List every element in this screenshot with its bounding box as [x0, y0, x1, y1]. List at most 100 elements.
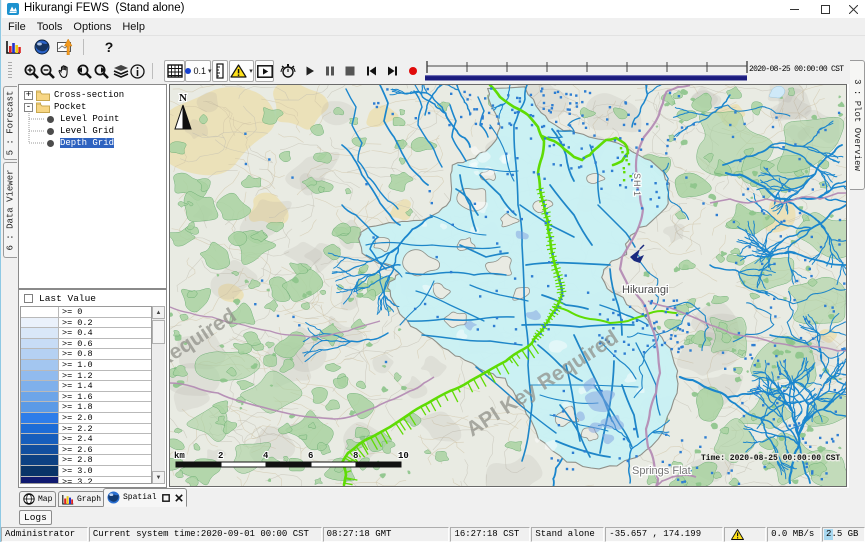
zoom-previous-button[interactable] [74, 60, 92, 82]
menu-tools[interactable]: Tools [31, 18, 68, 36]
grid-button[interactable] [164, 60, 185, 82]
interval-icon [184, 67, 192, 75]
status-cell-8: 2.5 GB [822, 527, 865, 542]
legend-row[interactable]: >= 0.6 [21, 339, 164, 350]
map-display-button[interactable] [33, 37, 51, 57]
skip-back-button[interactable] [364, 60, 378, 82]
import-export-button[interactable] [57, 37, 75, 57]
close-button[interactable] [838, 0, 865, 18]
left-tab-forecast[interactable]: 5 : Forecast [3, 86, 17, 160]
legend-row[interactable]: >= 1.0 [21, 360, 164, 371]
legend-list: >= 0 >= 0.2 >= 0.4 >= 0.6 >= 0.8 >= 1.0 … [20, 306, 165, 484]
left-tab-strip: 5 : Forecast 6 : Data Viewer [2, 84, 18, 488]
maximize-button[interactable] [810, 0, 840, 18]
menu-help[interactable]: Help [117, 18, 151, 36]
legend-scrollbar[interactable]: ▲ ▼ [151, 306, 165, 484]
map-viewport[interactable]: API Key RequiredAPI Key RequiredAPI Key … [169, 84, 847, 487]
tree-row: + Cross-section [24, 89, 124, 101]
minimize-button[interactable] [780, 0, 810, 18]
menu-file[interactable]: File [2, 18, 31, 36]
tab-spatial[interactable]: Spatial [103, 488, 187, 507]
status-text: 2.5 GB [826, 529, 858, 539]
legend-row[interactable]: >= 0.2 [21, 318, 164, 329]
right-tab-label: 3 : Plot Overview [852, 79, 862, 171]
legend-row[interactable]: >= 2.0 [21, 413, 164, 424]
legend-row-label: >= 2.6 [59, 445, 93, 455]
help-button[interactable]: ? [100, 37, 118, 57]
legend-row[interactable]: >= 1.4 [21, 381, 164, 392]
interval-button[interactable]: 0.1▾ [185, 60, 211, 82]
pan-button[interactable] [56, 60, 72, 82]
zoom-out-button[interactable] [39, 60, 55, 82]
layers-button[interactable] [113, 60, 129, 82]
legend-row[interactable]: >= 0.4 [21, 328, 164, 339]
movie-icon [257, 65, 273, 78]
legend-row[interactable]: >= 3.2 [21, 477, 164, 485]
legend-row-label: >= 3.2 [59, 477, 93, 485]
zoom-in-button[interactable] [23, 60, 39, 82]
info-button[interactable] [129, 60, 145, 82]
zoom-next-button[interactable] [92, 60, 110, 82]
tab-close-icon[interactable] [175, 494, 183, 502]
app-logo-icon [7, 3, 19, 15]
left-tab-data-viewer[interactable]: 6 : Data Viewer [3, 162, 17, 258]
warning-button[interactable]: ▾ [229, 60, 254, 82]
menu-options[interactable]: Options [68, 18, 117, 36]
timeline-slider[interactable] [425, 60, 749, 82]
folder-icon [36, 102, 54, 113]
tree-item-cross-section[interactable]: Cross-section [54, 90, 124, 100]
menu-bar: FileToolsOptionsHelp [2, 18, 865, 36]
legend-row[interactable]: >= 3.0 [21, 466, 164, 477]
status-text: 16:27:18 CST [454, 529, 519, 539]
legend-row[interactable]: >= 2.6 [21, 445, 164, 456]
last-value-checkbox[interactable] [24, 294, 33, 303]
status-bar: AdministratorCurrent system time:2020-09… [1, 527, 865, 542]
tree-bullet-icon [47, 128, 54, 135]
tree-expander-icon[interactable]: - [24, 103, 33, 112]
toolbar-grip[interactable] [2, 58, 18, 84]
ruler-button[interactable] [212, 60, 228, 82]
legend-row[interactable]: >= 0 [21, 307, 164, 318]
tree-expander-icon[interactable]: + [24, 91, 33, 100]
scroll-down-icon[interactable]: ▼ [152, 471, 165, 484]
legend-row[interactable]: >= 1.2 [21, 371, 164, 382]
scroll-up-icon[interactable]: ▲ [152, 306, 165, 319]
tab-graph[interactable]: Graph [58, 491, 105, 507]
legend-row-label: >= 0 [59, 307, 82, 317]
legend-row[interactable]: >= 1.8 [21, 402, 164, 413]
right-tab-plot-overview[interactable]: 3 : Plot Overview [850, 60, 865, 190]
legend-row-label: >= 1.4 [59, 381, 93, 391]
help-icon: ? [105, 39, 114, 55]
title-bar[interactable]: Hikurangi FEWS (Stand alone) [2, 0, 865, 18]
movie-button[interactable] [255, 60, 274, 82]
tree-item-level-grid[interactable]: Level Grid [60, 126, 114, 136]
tab-map[interactable]: Map [19, 491, 56, 507]
legend-row[interactable]: >= 2.8 [21, 455, 164, 466]
skip-forward-button[interactable] [385, 60, 399, 82]
legend-row[interactable]: >= 0.8 [21, 349, 164, 360]
play-button[interactable] [303, 60, 316, 82]
status-text: Administrator [5, 529, 75, 539]
bar-chart-icon [62, 494, 74, 505]
tree-item-depth-grid[interactable]: Depth Grid [60, 138, 114, 148]
pause-button[interactable] [323, 60, 336, 82]
timer-button[interactable] [279, 60, 296, 82]
legend-row[interactable]: >= 2.2 [21, 424, 164, 435]
legend-row[interactable]: >= 2.4 [21, 434, 164, 445]
scroll-thumb[interactable] [152, 320, 165, 344]
status-cell-3: 16:27:18 CST [450, 527, 530, 542]
tab-maximize-icon[interactable] [162, 494, 170, 502]
stop-button[interactable] [344, 60, 355, 82]
legend-row-label: >= 2.8 [59, 455, 93, 465]
logs-button[interactable]: Logs [19, 510, 52, 525]
legend-swatch [21, 318, 59, 328]
scale-tick-label: 4 [263, 451, 269, 461]
dropdown-caret-icon: ▾ [249, 67, 253, 75]
database-button[interactable] [5, 37, 23, 57]
blue-globe-icon [107, 491, 120, 504]
tree-item-pocket[interactable]: Pocket [54, 102, 86, 112]
tree-item-level-point[interactable]: Level Point [60, 114, 119, 124]
record-button[interactable] [406, 60, 419, 82]
legend-row[interactable]: >= 1.6 [21, 392, 164, 403]
skip-forward-icon [387, 66, 398, 76]
